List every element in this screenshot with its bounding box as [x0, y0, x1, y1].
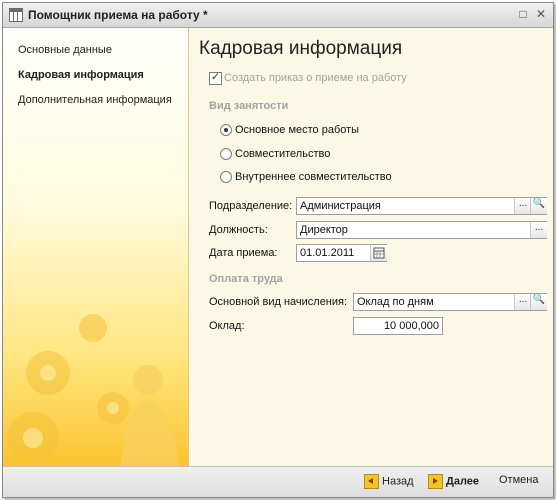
cancel-button[interactable]: Отмена [499, 474, 538, 486]
salary-value: 10 000,000 [383, 320, 439, 332]
title-bar: Помощник приема на работу * □ ✕ [3, 3, 553, 28]
footer-bar: Назад Далее Отмена [3, 466, 553, 497]
create-order-checkbox[interactable] [209, 70, 222, 85]
department-value: Администрация [300, 200, 381, 212]
radio-main-workplace-label: Основное место работы [235, 124, 360, 136]
accrual-type-label: Основной вид начисления: [209, 296, 348, 308]
accrual-type-value: Оклад по дням [357, 296, 434, 308]
department-search-icon[interactable]: 🔍 [530, 198, 547, 214]
radio-main-workplace[interactable] [220, 124, 232, 136]
main-content: Кадровая информация Создать приказ о при… [189, 28, 553, 466]
employment-type-group-label: Вид занятости [209, 100, 289, 112]
hire-date-value: 01.01.2011 [300, 247, 355, 259]
position-value: Директор [300, 224, 348, 236]
salary-label: Оклад: [209, 320, 245, 332]
position-label: Должность: [209, 224, 268, 236]
sidebar-item-additional-info[interactable]: Дополнительная информация [18, 94, 172, 106]
back-button[interactable]: Назад [364, 474, 414, 489]
accrual-type-field[interactable]: Оклад по дням ... 🔍 [353, 293, 547, 311]
accrual-select-button[interactable]: ... [514, 294, 531, 310]
sidebar-item-basic-data[interactable]: Основные данные [18, 44, 112, 56]
hire-date-label: Дата приема: [209, 247, 278, 259]
window-table-icon [9, 8, 23, 22]
sidebar-item-hr-info[interactable]: Кадровая информация [18, 69, 144, 81]
position-select-button[interactable]: ... [530, 222, 547, 238]
radio-part-time-label: Совместительство [235, 148, 331, 160]
create-order-label: Создать приказ о приеме на работу [224, 72, 407, 84]
page-title: Кадровая информация [199, 38, 403, 59]
back-label: Назад [382, 475, 414, 488]
radio-internal-part-time-label: Внутреннее совместительство [235, 171, 392, 183]
close-button[interactable]: ✕ [533, 7, 549, 23]
maximize-button[interactable]: □ [515, 7, 531, 23]
position-field[interactable]: Директор ... [296, 221, 547, 239]
radio-internal-part-time[interactable] [220, 171, 232, 183]
window-title: Помощник приема на работу * [28, 8, 208, 22]
hire-date-field[interactable]: 01.01.2011 [296, 244, 387, 262]
steps-sidebar: Основные данные Кадровая информация Допо… [3, 28, 189, 466]
calendar-icon[interactable] [370, 245, 387, 261]
salary-field[interactable]: 10 000,000 [353, 317, 443, 335]
next-label: Далее [446, 475, 480, 488]
department-select-button[interactable]: ... [514, 198, 531, 214]
assistant-window: Помощник приема на работу * □ ✕ Основные… [2, 2, 554, 498]
department-label: Подразделение: [209, 200, 293, 212]
accrual-search-icon[interactable]: 🔍 [530, 294, 547, 310]
cancel-label: Отмена [499, 474, 539, 487]
radio-part-time[interactable] [220, 148, 232, 160]
next-arrow-icon [428, 474, 443, 489]
department-field[interactable]: Администрация ... 🔍 [296, 197, 547, 215]
payment-group-label: Оплата труда [209, 273, 283, 285]
next-button[interactable]: Далее [428, 474, 479, 489]
back-arrow-icon [364, 474, 379, 489]
